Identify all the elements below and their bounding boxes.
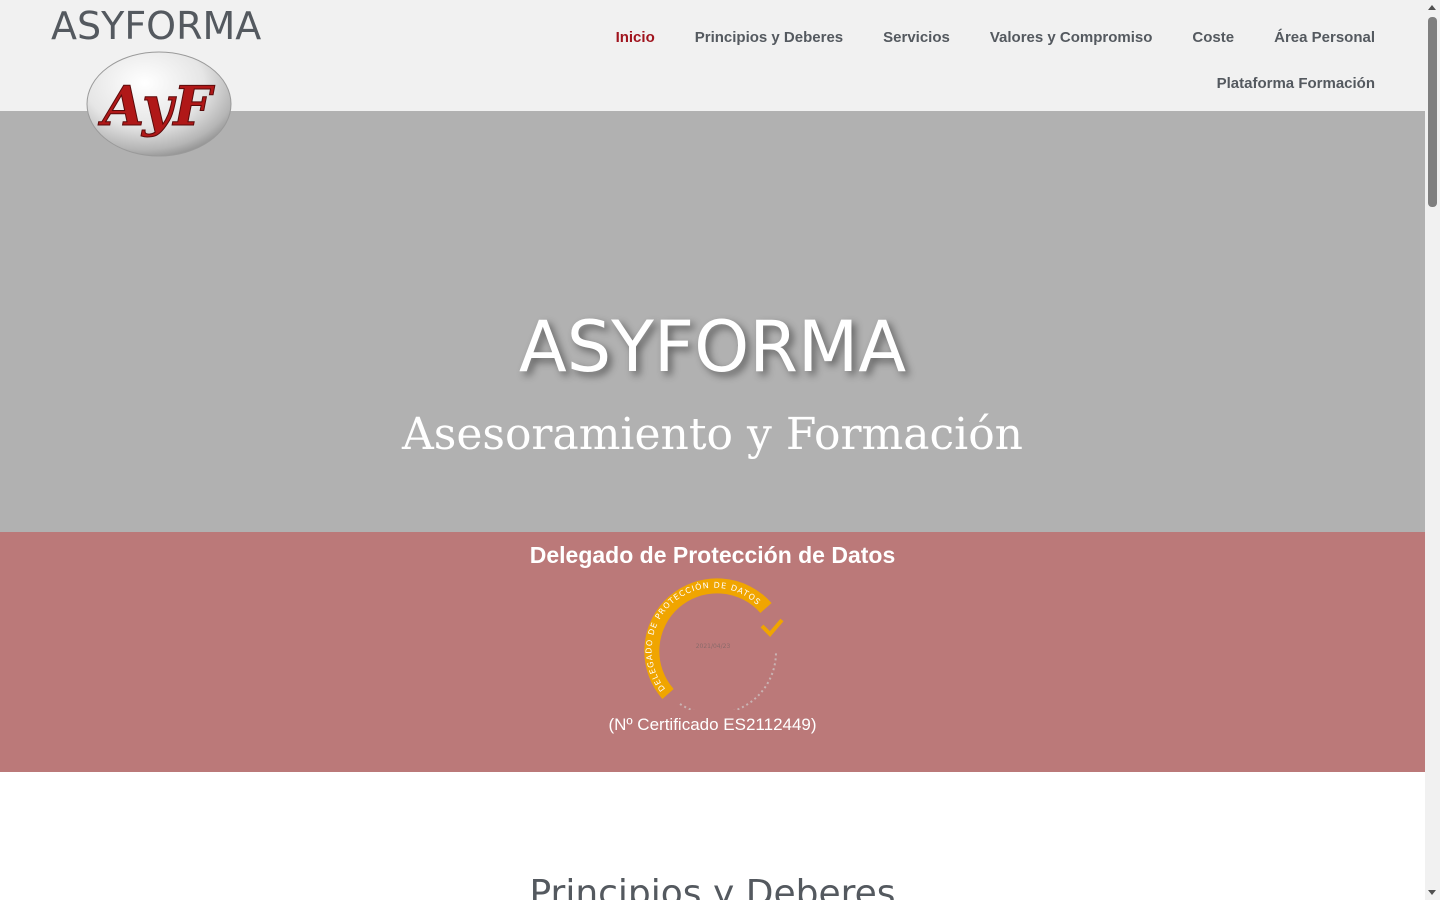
nav-plataforma-formacion[interactable]: Plataforma Formación	[1217, 75, 1375, 92]
dpd-section: Delegado de Protección de Datos DELEGADO…	[0, 532, 1425, 772]
section-title-principios: Principios y Deberes	[529, 873, 896, 900]
scroll-down-icon[interactable]	[1428, 890, 1436, 895]
nav-servicios[interactable]: Servicios	[883, 29, 950, 46]
hero-banner: ASYFORMA Asesoramiento y Formación	[0, 111, 1425, 532]
dpd-seal-icon: DELEGADO DE PROTECCIÓN DE DATOS 2021/04/…	[644, 578, 784, 710]
site-header: ASYFORMA AyF Inicio Principios y Deberes…	[0, 0, 1425, 157]
nav-coste[interactable]: Coste	[1192, 29, 1234, 46]
hero-subtitle: Asesoramiento y Formación	[401, 409, 1024, 460]
main-nav: Inicio Principios y Deberes Servicios Va…	[575, 0, 1375, 106]
site-title[interactable]: ASYFORMA	[51, 4, 261, 48]
scroll-up-icon[interactable]	[1428, 5, 1436, 10]
nav-row-2: Plataforma Formación	[575, 60, 1375, 106]
nav-valores-y-compromiso[interactable]: Valores y Compromiso	[990, 29, 1153, 46]
logo-letters: AyF	[97, 74, 215, 138]
seal-date: 2021/04/23	[696, 643, 731, 650]
page-scrollbar[interactable]	[1425, 0, 1440, 900]
scroll-thumb[interactable]	[1428, 17, 1437, 207]
nav-row-1: Inicio Principios y Deberes Servicios Va…	[575, 14, 1375, 60]
certificate-number: (Nº Certificado ES2112449)	[608, 715, 817, 734]
ayf-logo[interactable]: AyF	[85, 51, 233, 159]
page: ASYFORMA AyF Inicio Principios y Deberes…	[0, 0, 1425, 900]
dpd-heading: Delegado de Protección de Datos	[529, 542, 896, 568]
nav-area-personal[interactable]: Área Personal	[1274, 29, 1375, 46]
nav-inicio[interactable]: Inicio	[616, 29, 655, 46]
hero-title: ASYFORMA	[518, 306, 907, 388]
nav-principios-y-deberes[interactable]: Principios y Deberes	[695, 29, 843, 46]
